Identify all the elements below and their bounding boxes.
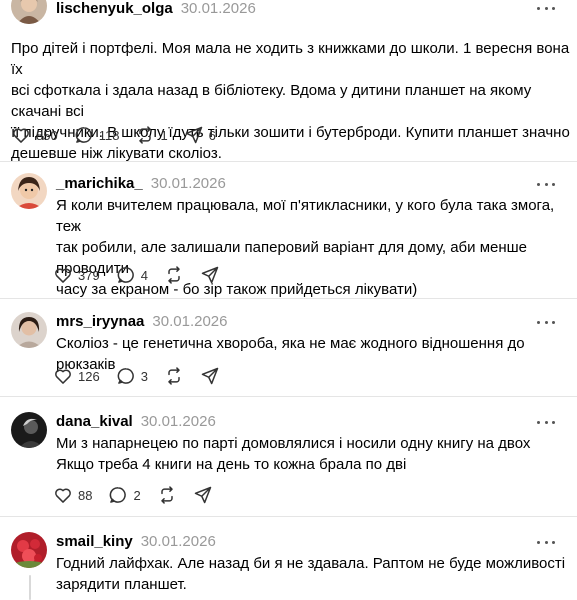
comment-icon [110,487,127,503]
share-icon [194,486,211,504]
reply-count: 4 [140,267,148,283]
post-text: Годний лайфхак. Але назад би я не здавал… [56,555,566,593]
username[interactable]: dana_kival [56,413,133,430]
reply-count: 118 [98,127,120,143]
avatar[interactable] [11,0,47,24]
post-item: mrs_iryynaa 30.01.2026 Сколіоз - це гене… [0,299,577,394]
post-date[interactable]: 30.01.2026 [141,533,216,550]
share-icon [201,266,219,284]
avatar[interactable] [11,173,47,209]
reply-button[interactable]: 4 [116,265,148,285]
repost-button[interactable] [164,366,184,386]
post-item: dana_kival 30.01.2026 Ми з напарнецею по… [0,397,577,515]
reply-button[interactable]: 2 [108,485,141,505]
share-button[interactable]: 6 [184,125,216,145]
more-icon[interactable] [537,417,555,427]
comment-icon [117,267,134,283]
like-button[interactable]: 88 [53,485,92,505]
comment-icon [75,127,92,143]
more-icon[interactable] [537,537,555,547]
share-button[interactable] [200,366,220,386]
post-item: smail_kiny 30.01.2026 Годний лайфхак. Ал… [0,517,577,600]
like-count: 88 [78,487,93,503]
reply-count: 3 [140,368,148,384]
username[interactable]: _marichika_ [56,175,143,192]
username[interactable]: lischenyuk_olga [56,0,173,17]
repost-icon [160,486,173,504]
repost-icon [139,126,152,144]
post-text: Ми з напарнецею по парті домовлялися і н… [56,435,531,473]
heart-icon [55,488,71,503]
reply-button[interactable]: 118 [74,125,120,145]
reply-button[interactable]: 3 [116,366,148,386]
share-button[interactable] [200,265,220,285]
heart-icon [55,268,71,283]
like-button[interactable]: 850 [11,125,58,145]
more-icon[interactable] [537,317,555,327]
thread-line [29,575,31,600]
avatar[interactable] [11,412,47,448]
comment-icon [117,368,134,384]
repost-button[interactable]: 1 [135,125,168,145]
more-icon[interactable] [537,179,555,189]
like-button[interactable]: 379 [53,265,100,285]
like-count: 379 [78,267,100,283]
share-button[interactable] [193,485,213,505]
repost-button[interactable] [157,485,177,505]
like-button[interactable]: 126 [53,366,100,386]
avatar[interactable] [11,312,47,348]
repost-icon [168,367,180,385]
share-icon [201,367,219,385]
like-count: 850 [36,127,58,143]
share-count: 6 [208,127,216,143]
post-item: lischenyuk_olga 30.01.2026 Про дітей і п… [0,0,577,162]
post-date[interactable]: 30.01.2026 [151,175,226,192]
repost-button[interactable] [164,265,184,285]
heart-icon [55,369,71,384]
like-count: 126 [78,368,100,384]
repost-count: 1 [160,127,168,143]
post-date[interactable]: 30.01.2026 [181,0,256,17]
heart-icon [13,128,29,143]
post-item: _marichika_ 30.01.2026 Я коли вчителем п… [0,162,577,298]
avatar[interactable] [11,532,47,568]
more-icon[interactable] [537,3,555,13]
username[interactable]: mrs_iryynaa [56,313,144,330]
share-icon [185,126,202,144]
post-date[interactable]: 30.01.2026 [152,313,227,330]
username[interactable]: smail_kiny [56,533,133,550]
repost-icon [168,266,180,284]
post-date[interactable]: 30.01.2026 [141,413,216,430]
reply-count: 2 [133,487,141,503]
